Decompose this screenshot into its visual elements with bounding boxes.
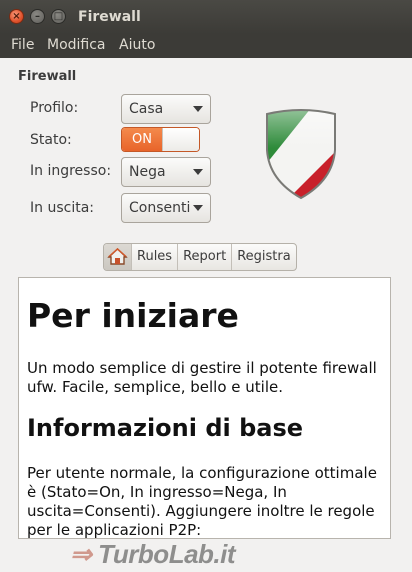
shield-logo-icon: [266, 109, 336, 200]
outgoing-combo[interactable]: Consenti: [121, 193, 211, 223]
incoming-combo[interactable]: Nega: [121, 157, 211, 187]
maximize-button[interactable]: □: [51, 9, 66, 24]
content-heading: Per iniziare: [27, 296, 239, 335]
tab-report[interactable]: Report: [177, 244, 231, 270]
chevron-down-icon: [193, 169, 203, 175]
incoming-label: In ingresso:: [30, 163, 112, 179]
tab-home[interactable]: [104, 244, 131, 270]
menu-modifica[interactable]: Modifica: [47, 37, 106, 53]
watermark-arrow-icon: ⇒: [70, 539, 99, 569]
help-content-panel[interactable]: Per iniziare Un modo semplice di gestire…: [18, 277, 391, 539]
chevron-down-icon: [193, 205, 203, 211]
menu-bar: File Modifica Aiuto: [0, 34, 412, 58]
profile-combo[interactable]: Casa: [121, 94, 211, 124]
content-intro: Un modo semplice di gestire il potente f…: [27, 359, 377, 396]
profile-label: Profilo:: [30, 100, 79, 116]
tab-registra[interactable]: Registra: [231, 244, 296, 270]
incoming-value: Nega: [129, 164, 166, 180]
toggle-knob[interactable]: [162, 128, 199, 151]
outgoing-value: Consenti: [129, 200, 191, 216]
menu-aiuto[interactable]: Aiuto: [119, 37, 155, 53]
close-button[interactable]: ×: [9, 9, 24, 24]
menu-file[interactable]: File: [11, 37, 34, 53]
section-title: Firewall: [18, 69, 77, 84]
watermark-logo: ⇒ TurboLab.it: [70, 539, 236, 570]
tab-rules[interactable]: Rules: [131, 244, 177, 270]
status-on-label: ON: [122, 128, 162, 151]
content-body: Per utente normale, la configurazione ot…: [27, 464, 377, 539]
status-label: Stato:: [30, 132, 72, 148]
profile-value: Casa: [129, 101, 164, 117]
title-bar[interactable]: × – □ Firewall: [0, 0, 412, 34]
watermark-text: TurboLab.it: [98, 539, 236, 569]
window-title: Firewall: [78, 9, 141, 25]
content-subheading: Informazioni di base: [27, 414, 304, 442]
outgoing-label: In uscita:: [30, 200, 94, 216]
firewall-window: × – □ Firewall File Modifica Aiuto Firew…: [0, 0, 412, 572]
home-icon: [107, 248, 128, 265]
status-toggle[interactable]: ON: [121, 127, 200, 152]
minimize-button[interactable]: –: [30, 9, 45, 24]
chevron-down-icon: [193, 106, 203, 112]
view-tabs: Rules Report Registra: [103, 243, 297, 271]
